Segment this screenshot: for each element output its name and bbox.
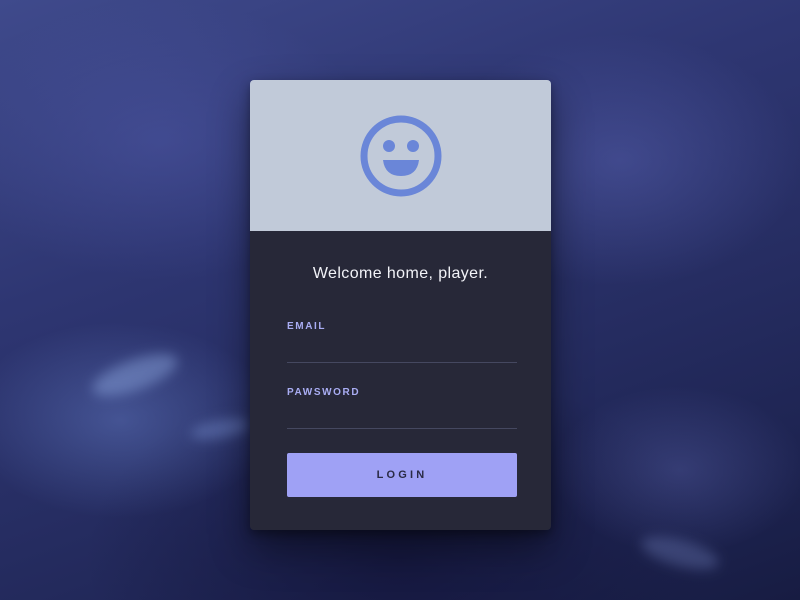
email-field-group: EMAIL <box>287 321 517 363</box>
background-nebula-glow <box>637 530 723 576</box>
password-input[interactable] <box>287 406 517 429</box>
password-label: PAWSWORD <box>287 387 361 398</box>
login-card: Welcome home, player. EMAIL PAWSWORD LOG… <box>250 80 551 530</box>
password-field-group: PAWSWORD <box>287 387 517 429</box>
welcome-title: Welcome home, player. <box>312 265 489 282</box>
smiley-face-icon <box>360 115 441 196</box>
card-body: Welcome home, player. EMAIL PAWSWORD LOG… <box>250 231 551 530</box>
email-input[interactable] <box>287 340 517 363</box>
card-header <box>250 80 551 231</box>
email-label: EMAIL <box>287 321 327 332</box>
background-nebula-glow <box>188 414 252 444</box>
background-nebula-glow <box>87 345 183 405</box>
login-button[interactable]: LOGIN <box>287 453 517 497</box>
